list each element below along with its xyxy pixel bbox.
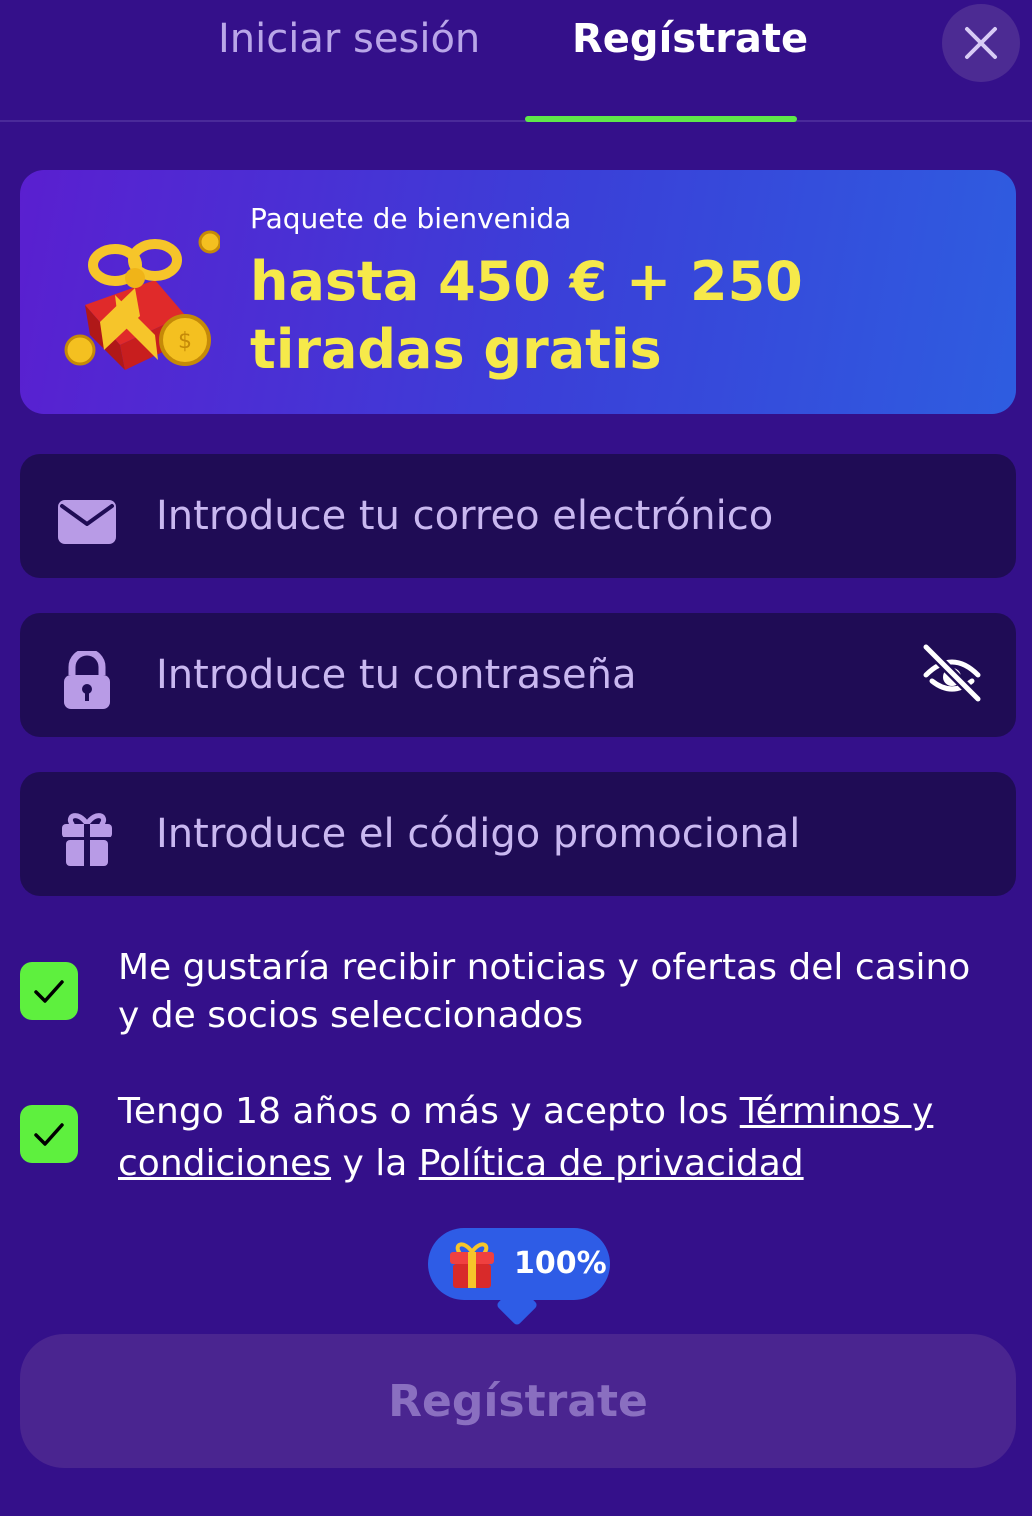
auth-tabs: Iniciar sesión Regístrate	[0, 0, 1032, 122]
close-button[interactable]	[942, 4, 1020, 82]
privacy-link[interactable]: Política de privacidad	[419, 1143, 804, 1184]
terms-consent-label: Tengo 18 años o más y acepto los Término…	[118, 1086, 998, 1190]
progress-label: 100%	[514, 1246, 607, 1281]
active-tab-indicator	[525, 116, 797, 122]
register-submit-button[interactable]: Regístrate	[20, 1334, 1016, 1468]
gift-coins-icon: $	[64, 230, 220, 370]
gift-icon	[62, 813, 112, 866]
welcome-banner: $ Paquete de bienvenida hasta 450 € + 25…	[20, 170, 1016, 414]
eye-off-icon[interactable]	[920, 641, 984, 705]
svg-text:$: $	[178, 329, 192, 354]
email-field-container	[20, 454, 1016, 578]
close-icon	[965, 27, 997, 59]
gift-icon	[450, 1242, 494, 1288]
newsletter-checkbox[interactable]	[20, 962, 78, 1020]
password-input[interactable]	[156, 643, 916, 707]
promo-field-container	[20, 772, 1016, 896]
envelope-icon	[58, 500, 116, 544]
progress-bubble: 100%	[428, 1228, 610, 1300]
check-icon	[34, 980, 64, 1003]
terms-checkbox[interactable]	[20, 1105, 78, 1163]
tab-login[interactable]: Iniciar sesión	[218, 16, 480, 62]
newsletter-consent-label: Me gustaría recibir noticias y ofertas d…	[118, 947, 971, 1036]
password-field-container	[20, 613, 1016, 737]
tab-register[interactable]: Regístrate	[572, 16, 808, 62]
email-input[interactable]	[156, 484, 916, 548]
terms-text-before: Tengo 18 años o más y acepto los	[118, 1091, 740, 1132]
terms-text-middle: y la	[331, 1143, 419, 1184]
banner-subtitle: Paquete de bienvenida	[250, 202, 572, 235]
promo-code-input[interactable]	[156, 802, 916, 866]
banner-title: hasta 450 € + 250 tiradas gratis	[250, 250, 803, 381]
check-icon	[34, 1123, 64, 1146]
lock-icon	[64, 651, 110, 709]
